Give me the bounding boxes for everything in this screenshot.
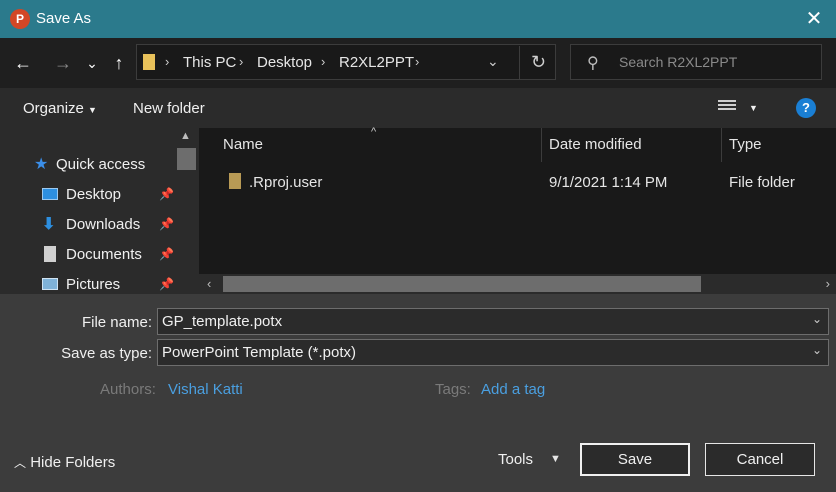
- tools-dropdown-icon[interactable]: ▼: [550, 453, 561, 465]
- close-button[interactable]: ✕: [792, 0, 836, 38]
- tags-label: Tags:: [435, 381, 471, 398]
- breadcrumb-separator-icon[interactable]: ›: [415, 54, 419, 69]
- organize-label: Organize: [23, 100, 84, 117]
- window-title: Save As: [36, 10, 92, 27]
- hide-folders-button[interactable]: ︿ Hide Folders: [14, 454, 115, 471]
- scroll-right-icon[interactable]: ›: [826, 276, 830, 291]
- star-icon: ★: [34, 156, 49, 173]
- up-arrow-icon[interactable]: ↑: [106, 50, 132, 76]
- organize-button[interactable]: Organize ▼: [23, 100, 97, 117]
- file-name-value[interactable]: GP_template.potx: [162, 313, 282, 330]
- column-divider[interactable]: [721, 128, 722, 162]
- sidebar-item-label: Documents: [66, 246, 142, 263]
- pin-icon[interactable]: 📌: [159, 277, 174, 291]
- chevron-down-icon: ▼: [88, 105, 97, 115]
- sidebar-item-quick-access[interactable]: ★ Quick access: [0, 152, 176, 178]
- sidebar-item-documents[interactable]: Documents 📌: [0, 242, 176, 268]
- column-header-type[interactable]: Type: [729, 136, 762, 153]
- sidebar-item-label: Desktop: [66, 186, 122, 203]
- save-as-type-select[interactable]: PowerPoint Template (*.potx) ⌄: [157, 339, 829, 366]
- help-icon[interactable]: ?: [796, 98, 816, 118]
- breadcrumb-desktop[interactable]: Desktop: [257, 54, 312, 71]
- pictures-icon: [42, 278, 58, 290]
- title-bar: P Save As ✕: [0, 0, 836, 38]
- chevron-down-icon[interactable]: ⌄: [812, 312, 822, 326]
- address-bar[interactable]: › This PC › Desktop › R2XL2PPT › ⌄ ↻: [136, 44, 556, 80]
- add-tag-link[interactable]: Add a tag: [481, 381, 545, 398]
- file-name-cell: .Rproj.user: [249, 174, 323, 191]
- folder-icon: [229, 173, 241, 189]
- sidebar-item-label: Quick access: [56, 156, 146, 173]
- pin-icon[interactable]: 📌: [159, 187, 174, 201]
- breadcrumb-separator-icon: ›: [321, 54, 326, 69]
- search-box[interactable]: ⚲: [570, 44, 822, 80]
- breadcrumb-this-pc[interactable]: This PC: [183, 54, 236, 71]
- new-folder-button[interactable]: New folder: [133, 100, 205, 117]
- scrollbar-thumb[interactable]: [223, 276, 701, 292]
- save-button[interactable]: Save: [580, 443, 690, 476]
- date-modified-cell: 9/1/2021 1:14 PM: [549, 174, 668, 191]
- table-row[interactable]: .Rproj.user 9/1/2021 1:14 PM File folder: [221, 170, 836, 194]
- pin-icon[interactable]: 📌: [159, 217, 174, 231]
- horizontal-scrollbar[interactable]: ‹ ›: [199, 274, 836, 294]
- search-input[interactable]: [619, 53, 809, 71]
- breadcrumb-r2xl2ppt[interactable]: R2XL2PPT: [339, 54, 414, 71]
- chevron-down-icon[interactable]: ⌄: [812, 343, 822, 357]
- breadcrumb-separator-icon: ›: [239, 54, 244, 69]
- file-name-label: File name:: [81, 314, 152, 331]
- address-dropdown-chevron-icon[interactable]: ⌄: [487, 53, 499, 70]
- sidebar-item-label: Pictures: [66, 276, 121, 293]
- folder-icon: [143, 54, 155, 70]
- save-as-type-label: Save as type:: [61, 345, 152, 362]
- tools-button[interactable]: Tools: [498, 451, 533, 468]
- view-options-chevron-icon[interactable]: ▼: [749, 103, 758, 113]
- save-options-panel: File name: GP_template.potx ⌄ Save as ty…: [0, 294, 836, 492]
- sidebar-item-downloads[interactable]: ⬇ Downloads 📌: [0, 212, 176, 238]
- column-header-name[interactable]: Name: [223, 136, 263, 153]
- navigation-bar: ← → ⌄ ↑ › This PC › Desktop › R2XL2PPT ›…: [0, 38, 836, 88]
- file-name-field[interactable]: GP_template.potx ⌄: [157, 308, 829, 335]
- hide-folders-label: Hide Folders: [30, 454, 116, 471]
- column-divider[interactable]: [541, 128, 542, 162]
- powerpoint-app-icon: P: [10, 9, 30, 29]
- scrollbar-thumb[interactable]: [177, 148, 196, 170]
- scroll-left-icon[interactable]: ‹: [207, 276, 211, 291]
- column-header-date-modified[interactable]: Date modified: [549, 136, 642, 153]
- type-cell: File folder: [729, 174, 795, 191]
- refresh-icon[interactable]: ↻: [519, 46, 557, 79]
- sidebar-item-desktop[interactable]: Desktop 📌: [0, 182, 176, 208]
- document-icon: [44, 246, 56, 262]
- view-options-icon[interactable]: [718, 100, 736, 114]
- authors-label: Authors:: [100, 381, 156, 398]
- desktop-icon: [42, 188, 58, 200]
- save-as-type-value: PowerPoint Template (*.potx): [162, 344, 356, 361]
- pin-icon[interactable]: 📌: [159, 247, 174, 261]
- cancel-button[interactable]: Cancel: [705, 443, 815, 476]
- command-toolbar: Organize ▼ New folder ▼ ?: [0, 88, 836, 128]
- breadcrumb-separator-icon: ›: [165, 54, 170, 69]
- search-icon: ⚲: [587, 55, 599, 72]
- chevron-up-icon: ︿: [14, 456, 27, 470]
- sort-ascending-icon: ^: [371, 126, 377, 138]
- back-arrow-icon[interactable]: ←: [10, 50, 36, 76]
- authors-value[interactable]: Vishal Katti: [168, 381, 243, 398]
- scroll-up-icon[interactable]: ▲: [180, 130, 191, 142]
- forward-arrow-icon[interactable]: →: [50, 50, 76, 76]
- file-list: ^ Name Date modified Type .Rproj.user 9/…: [199, 126, 836, 294]
- recent-locations-chevron-icon[interactable]: ⌄: [80, 50, 104, 76]
- download-icon: ⬇: [42, 216, 56, 233]
- sidebar-item-label: Downloads: [66, 216, 141, 233]
- navigation-pane: ★ Quick access Desktop 📌 ⬇ Downloads 📌 D…: [0, 128, 199, 294]
- navigation-scrollbar[interactable]: ▲: [176, 128, 197, 294]
